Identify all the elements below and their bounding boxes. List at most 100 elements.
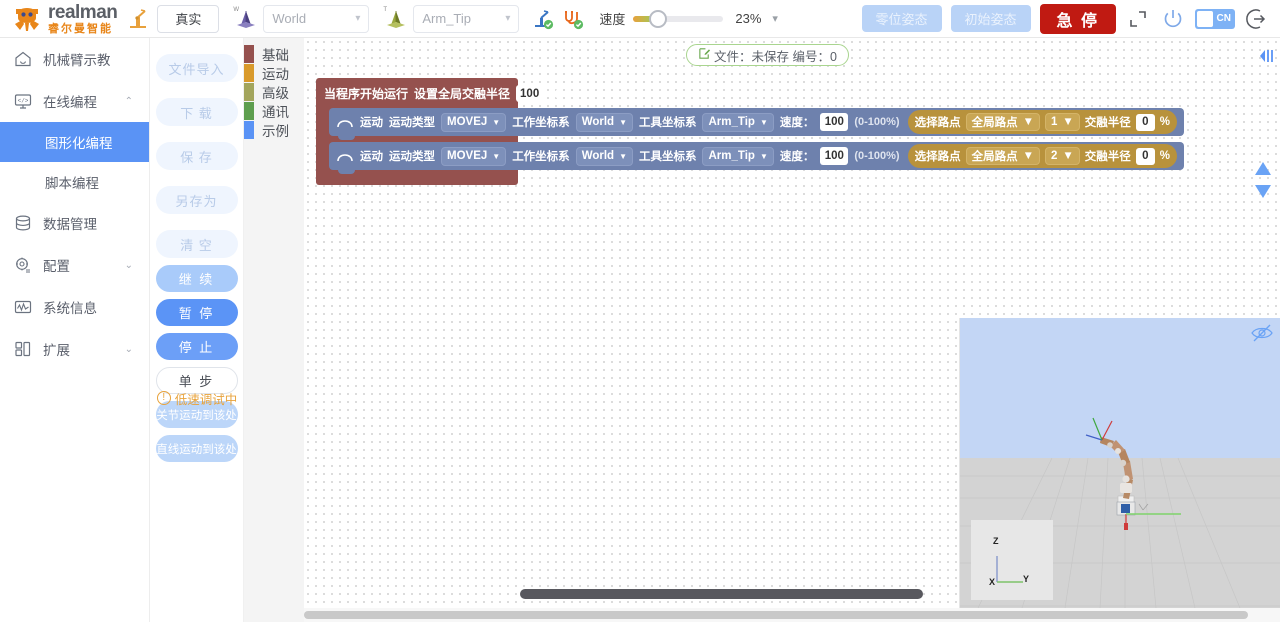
power-icon[interactable] (1160, 6, 1186, 32)
sidebar-item-script-programming[interactable]: 脚本编程 (0, 162, 149, 202)
collapse-panel-icon[interactable] (1256, 46, 1276, 66)
work-frame-select[interactable]: World ▾ (263, 4, 370, 33)
motion-type-select[interactable]: MOVEJ ▼ (441, 112, 507, 132)
waypoint-scope-select[interactable]: 全局路点 ▼ (965, 147, 1040, 165)
sidebar-item-graphical-programming[interactable]: 图形化编程 (0, 122, 149, 162)
cable-connected-icon[interactable] (561, 7, 585, 31)
waypoint-group-1: 选择路点 全局路点 ▼ 1 ▼ 交融半径 0 % (907, 110, 1178, 134)
edit-file-icon (698, 47, 711, 63)
file-import-label: 文件导入 (168, 61, 225, 77)
robot-arm-icon (130, 8, 147, 28)
sidebar-item-config[interactable]: 配置 ⌄ (0, 244, 149, 286)
category-advanced[interactable]: 高级 (244, 82, 304, 101)
zero-pose-button[interactable]: 零位姿态 (861, 5, 942, 32)
global-blend-input[interactable]: 100 (516, 85, 544, 102)
linear-move-label: 直线运动到该处 (156, 443, 237, 456)
robot-3d-viewport[interactable]: Z Y X (959, 318, 1280, 608)
motion-work-frame-select[interactable]: World ▼ (575, 112, 633, 132)
waypoint-scope-select[interactable]: 全局路点 ▼ (965, 113, 1040, 131)
motion-speed-hint: (0-100%) (854, 116, 900, 128)
blend-radius-unit: % (1159, 116, 1171, 128)
canvas-scroll-arrows[interactable] (1254, 160, 1272, 200)
chevron-down-icon: ▼ (492, 117, 501, 127)
fullscreen-icon[interactable] (1125, 6, 1151, 32)
motion-work-frame-select[interactable]: World ▼ (575, 146, 633, 166)
blend-radius-label: 交融半径 (1084, 117, 1131, 129)
waypoint-index-select[interactable]: 1 ▼ (1045, 113, 1080, 131)
waypoint-label: 选择路点 (914, 117, 961, 129)
brand-logo: realman 睿尔曼智能 (12, 3, 118, 35)
motion-tool-frame-value: Arm_Tip (708, 150, 755, 162)
viewport-axis-gizmo[interactable]: Z Y X (971, 520, 1053, 600)
init-pose-button[interactable]: 初始姿态 (950, 5, 1031, 32)
tool-frame-value: Arm_Tip (422, 11, 472, 26)
category-communication[interactable]: 通讯 (244, 101, 304, 120)
stop-button[interactable]: 停 止 (155, 333, 238, 360)
motion-speed-input[interactable]: 100 (820, 147, 849, 165)
motion-block-2[interactable]: 运动 运动类型 MOVEJ ▼ 工作坐标系 World ▼ 工具坐标系 Arm_… (329, 142, 1185, 174)
tool-frame-group: T Arm_Tip ▾ (383, 4, 520, 33)
global-blend-label: 设置全局交融半径 (414, 87, 511, 101)
motion-work-frame-value: World (581, 116, 615, 128)
motion-work-frame-value: World (581, 150, 615, 162)
logout-icon[interactable] (1244, 6, 1270, 32)
bottom-scrollbar-thumb[interactable] (304, 611, 1248, 619)
mode-toggle-button[interactable]: 真实 (157, 4, 220, 33)
sidebar-item-extension[interactable]: 扩展 ⌄ (0, 328, 149, 370)
canvas-hscrollbar-thumb[interactable] (520, 589, 923, 599)
work-frame-label: 工作坐标系 (512, 117, 570, 129)
chevron-down-icon: ▼ (759, 151, 768, 161)
linear-move-to-button[interactable]: 直线运动到该处 (155, 435, 238, 462)
speed-label: 速度 (599, 12, 626, 27)
category-label: 高级 (262, 85, 289, 101)
save-button[interactable]: 保 存 (155, 142, 238, 170)
category-motion[interactable]: 运动 (244, 63, 304, 82)
blend-radius-input[interactable]: 0 (1135, 147, 1155, 165)
motion-arc-icon (337, 120, 353, 128)
gizmo-y-label: Y (1023, 574, 1030, 584)
motion-tool-frame-select[interactable]: Arm_Tip ▼ (702, 146, 774, 166)
clear-button[interactable]: 清 空 (155, 230, 238, 258)
sidebar-item-online-programming[interactable]: </> 在线编程 ⌃ (0, 80, 149, 122)
category-example[interactable]: 示例 (244, 120, 304, 139)
sidebar-item-teach[interactable]: 机械臂示教 (0, 38, 149, 80)
speed-slider[interactable] (633, 9, 724, 28)
sidebar-item-data-management[interactable]: 数据管理 (0, 202, 149, 244)
motion-block-1[interactable]: 运动 运动类型 MOVEJ ▼ 工作坐标系 World ▼ 工具坐标系 Arm_… (329, 108, 1185, 140)
motion-speed-input[interactable]: 100 (820, 113, 849, 131)
gear-icon (14, 256, 32, 274)
tool-frame-select[interactable]: Arm_Tip ▾ (413, 4, 520, 33)
waypoint-index-select[interactable]: 2 ▼ (1045, 147, 1080, 165)
eye-hidden-icon[interactable] (1251, 324, 1273, 342)
chevron-down-icon: ⌄ (124, 259, 133, 271)
speed-value: 23% (735, 11, 762, 26)
language-toggle[interactable]: CN (1195, 8, 1235, 29)
motion-tool-frame-select[interactable]: Arm_Tip ▼ (702, 112, 774, 132)
pause-button[interactable]: 暂 停 (155, 299, 238, 326)
robot-connected-icon[interactable] (531, 7, 555, 31)
save-as-button[interactable]: 另存为 (155, 186, 238, 214)
database-icon (14, 214, 32, 232)
chevron-down-icon: ⌄ (124, 343, 133, 355)
emergency-stop-button[interactable]: 急 停 (1039, 3, 1116, 34)
low-speed-warning-label: 低速调试中 (174, 392, 238, 407)
chevron-down-icon: ▼ (1062, 150, 1074, 162)
speed-slider-knob[interactable] (649, 9, 668, 28)
home-icon (14, 50, 32, 68)
chevron-down-icon: ▼ (619, 151, 627, 161)
work-frame-group: W World ▾ (233, 4, 370, 33)
file-import-button[interactable]: 文件导入 (155, 54, 238, 82)
download-button[interactable]: 下 载 (155, 98, 238, 126)
motion-type-select[interactable]: MOVEJ ▼ (441, 146, 507, 166)
sidebar-item-label: 在线编程 (43, 95, 97, 110)
bottom-scrollbar[interactable] (304, 608, 1280, 622)
continue-button[interactable]: 继 续 (155, 265, 238, 292)
blend-radius-unit: % (1159, 150, 1171, 162)
sidebar-item-system-info[interactable]: 系统信息 (0, 286, 149, 328)
blend-radius-input[interactable]: 0 (1135, 113, 1155, 131)
chevron-down-icon[interactable]: ▾ (772, 12, 778, 25)
category-basic[interactable]: 基础 (244, 44, 304, 63)
file-tool-column: 文件导入 下 载 保 存 另存为 清 空 ! 低速调试中 继 续 暂 停 停 止… (150, 38, 244, 622)
language-toggle-knob (1197, 10, 1213, 27)
download-label: 下 载 (180, 105, 213, 121)
